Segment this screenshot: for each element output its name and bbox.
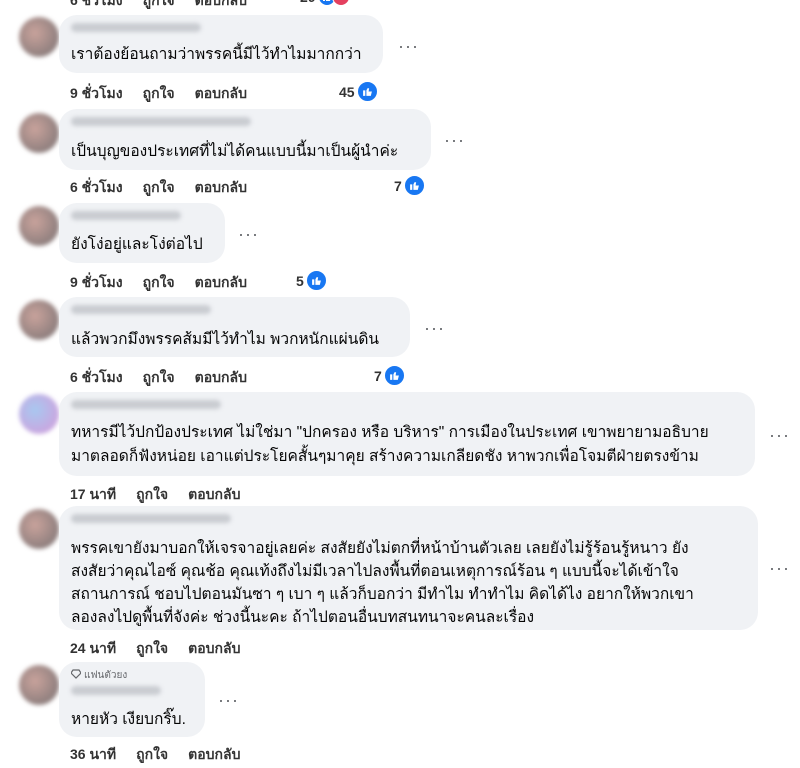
comment-time[interactable]: 24 นาที [70,638,116,660]
like-link[interactable]: ถูกใจ [143,0,175,12]
comment-time[interactable]: 36 นาที [70,744,116,766]
reply-link[interactable]: ตอบกลับ [195,0,247,12]
like-link[interactable]: ถูกใจ [143,83,175,105]
comment-text-line: ทหารมีไว้ปกป้องประเทศ ไม่ใช่มา "ปกครอง ห… [71,424,709,441]
reply-link[interactable]: ตอบกลับ [195,367,247,389]
avatar[interactable] [19,17,59,57]
reply-link[interactable]: ตอบกลับ [188,638,240,660]
comment-text: แล้วพวกมึงพรรคส้มมีไว้ทำไม พวกหนักแผ่นดิ… [71,331,379,348]
more-options-icon[interactable]: ··· [444,130,465,151]
like-link[interactable]: ถูกใจ [143,272,175,294]
reaction-count[interactable]: 20 [300,0,350,6]
author-name[interactable] [71,211,181,220]
comment-meta: 17 นาที ถูกใจ ตอบกลับ [70,484,260,506]
reaction-count-value: 5 [296,272,304,289]
comment-meta: 9 ชั่วโมง ถูกใจ ตอบกลับ [70,83,267,105]
reaction-count[interactable]: 5 [296,270,327,291]
reaction-count-value: 7 [374,367,382,384]
comment-meta: 24 นาที ถูกใจ ตอบกลับ [70,638,260,660]
comment-text-line: มาตลอดก็ฟังหน่อย เอาแต่ประโยคสั้นๆมาคุย … [71,448,699,465]
love-reaction-icon [331,0,350,6]
comment-time[interactable]: 9 ชั่วโมง [70,83,123,105]
reaction-count-value: 7 [394,177,402,194]
comment-text-line: ลองลงไปดูพื้นที่จังค่ะ ช่วงนี้นะคะ ถ้าไป… [71,609,535,626]
avatar[interactable] [19,665,59,705]
top-fan-badge: แฟนตัวยง [70,668,128,683]
comment-bubble: เป็นบุญของประเทศที่ไม่ได้คนแบบนี้มาเป็นผ… [59,109,431,170]
author-name[interactable] [71,514,231,523]
comment-time[interactable]: 17 นาที [70,484,116,506]
like-link[interactable]: ถูกใจ [143,177,175,199]
comment-time[interactable]: 6 ชั่วโมง [70,367,123,389]
comment-bubble: แฟนตัวยง หายหัว เงียบกริ๊บ. [59,662,205,737]
reaction-count[interactable]: 7 [374,365,405,386]
like-link[interactable]: ถูกใจ [136,744,168,766]
comment-meta: 6 ชั่วโมง ถูกใจ ตอบกลับ [70,367,267,389]
like-link[interactable]: ถูกใจ [143,367,175,389]
reply-link[interactable]: ตอบกลับ [195,177,247,199]
more-options-icon[interactable]: ··· [398,36,419,57]
reaction-count[interactable]: 7 [394,175,425,196]
more-options-icon[interactable]: ··· [769,425,790,446]
comment-meta: 6 ชั่วโมง ถูกใจ ตอบกลับ [70,0,267,12]
comment-bubble: เราต้องย้อนถามว่าพรรคนี้มีไว้ทำไมมากกว่า [59,15,383,73]
comment-time[interactable]: 9 ชั่วโมง [70,272,123,294]
like-link[interactable]: ถูกใจ [136,484,168,506]
more-options-icon[interactable]: ··· [769,558,790,579]
like-reaction-icon [403,175,425,196]
comment-bubble: แล้วพวกมึงพรรคส้มมีไว้ทำไม พวกหนักแผ่นดิ… [59,297,410,357]
comment-bubble: ยังโง่อยู่และโง่ต่อไป [59,203,225,263]
comment-bubble: พรรคเขายังมาบอกให้เจรจาอยู่เลยค่ะ สงสัยย… [59,506,758,630]
reply-link[interactable]: ตอบกลับ [195,83,247,105]
comment-text: ยังโง่อยู่และโง่ต่อไป [71,236,203,253]
reply-link[interactable]: ตอบกลับ [188,744,240,766]
comment-meta: 6 ชั่วโมง ถูกใจ ตอบกลับ [70,177,267,199]
like-link[interactable]: ถูกใจ [136,638,168,660]
comment-text: เป็นบุญของประเทศที่ไม่ได้คนแบบนี้มาเป็นผ… [71,143,399,160]
reaction-count-value: 45 [339,83,355,100]
comment-bubble: ทหารมีไว้ปกป้องประเทศ ไม่ใช่มา "ปกครอง ห… [59,392,755,476]
more-options-icon[interactable]: ··· [424,318,445,339]
like-reaction-icon [305,270,327,291]
comment-meta: 36 นาที ถูกใจ ตอบกลับ [70,744,260,766]
comment-meta: 9 ชั่วโมง ถูกใจ ตอบกลับ [70,272,267,294]
avatar[interactable] [19,509,59,549]
author-name[interactable] [71,400,221,409]
author-name[interactable] [71,23,201,32]
author-name[interactable] [71,305,211,314]
diamond-icon [70,669,82,682]
avatar[interactable] [19,206,59,246]
more-options-icon[interactable]: ··· [238,224,259,245]
reply-link[interactable]: ตอบกลับ [195,272,247,294]
reaction-count-value: 20 [300,0,316,5]
comment-text: หายหัว เงียบกริ๊บ. [71,711,186,728]
comment-text: เราต้องย้อนถามว่าพรรคนี้มีไว้ทำไมมากกว่า [71,46,362,63]
like-reaction-icon [383,365,405,386]
comment-text-line: สงสัยว่าคุณไอซ์ คุณช้อ คุณเท้งถึงไม่มีเว… [71,563,679,580]
badge-label: แฟนตัวยง [84,670,128,681]
comment-text-line: พรรคเขายังมาบอกให้เจรจาอยู่เลยค่ะ สงสัยย… [71,540,689,557]
reply-link[interactable]: ตอบกลับ [188,484,240,506]
comment-time[interactable]: 6 ชั่วโมง [70,0,123,12]
avatar[interactable] [19,113,59,153]
reaction-count[interactable]: 45 [339,81,378,102]
comment-time[interactable]: 6 ชั่วโมง [70,177,123,199]
avatar[interactable] [19,394,59,434]
like-reaction-icon [356,81,378,102]
avatar[interactable] [19,300,59,340]
more-options-icon[interactable]: ··· [218,690,239,711]
comment-text-line: สถานการณ์ ชอบไปตอนมันซา ๆ เบา ๆ แล้วก็บอ… [71,586,694,603]
author-name[interactable] [71,686,161,695]
author-name[interactable] [71,117,251,126]
